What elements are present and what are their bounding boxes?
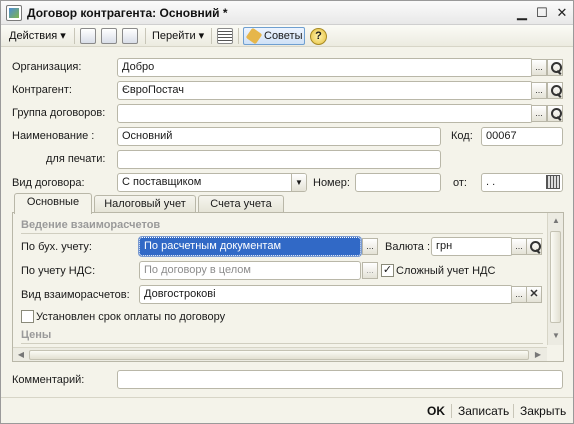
toolbar-divider: [74, 28, 75, 44]
organization-label: Организация:: [12, 61, 82, 73]
footer-bar: OK Записать Закрыть: [1, 397, 573, 423]
vat-field[interactable]: По договору в целом: [139, 261, 361, 280]
tab-panel-main: Ведение взаиморасчетов По бух. учету: По…: [12, 212, 564, 362]
contract-type-select[interactable]: С поставщиком ▼: [117, 173, 307, 192]
print-name-label: для печати:: [46, 153, 106, 165]
refresh-icon[interactable]: [101, 28, 117, 44]
footer-divider: [513, 404, 514, 418]
actions-menu[interactable]: Действия ▾: [9, 28, 66, 44]
scroll-right-icon[interactable]: ▶: [531, 348, 545, 362]
goto-menu-label: Перейти: [152, 30, 196, 42]
scroll-left-icon[interactable]: ◀: [14, 348, 28, 362]
section-divider: [21, 343, 543, 344]
window-title: Договор контрагента: Основний *: [27, 6, 228, 20]
currency-select-button[interactable]: ...: [511, 238, 527, 255]
print-name-field[interactable]: [117, 150, 441, 169]
currency-label: Валюта :: [385, 241, 431, 253]
counterparty-field[interactable]: ЄвроПостач: [117, 81, 533, 100]
scroll-down-icon[interactable]: ▼: [549, 329, 563, 343]
contract-window: Договор контрагента: Основний * ▁ ☐ ✕ Де…: [0, 0, 574, 424]
footer-divider: [451, 404, 452, 418]
organization-open-icon[interactable]: [547, 59, 563, 76]
section-prices-title: Цены: [21, 329, 52, 341]
toolbar-divider: [211, 28, 212, 44]
settlement-type-field[interactable]: Довгострокові: [139, 285, 513, 304]
name-field[interactable]: Основний: [117, 127, 441, 146]
chevron-down-icon[interactable]: ▼: [291, 174, 306, 191]
close-button[interactable]: Закрыть: [520, 404, 566, 418]
title-bar: Договор контрагента: Основний * ▁ ☐ ✕: [1, 1, 573, 25]
contract-type-value: С поставщиком: [122, 176, 202, 188]
vertical-scrollbar[interactable]: ▲ ▼: [547, 213, 563, 345]
code-field[interactable]: 00067: [481, 127, 563, 146]
contract-group-field[interactable]: [117, 104, 533, 123]
close-icon[interactable]: ✕: [553, 4, 571, 21]
tab-main[interactable]: Основные: [14, 193, 92, 214]
settlement-type-select-button[interactable]: ...: [511, 286, 527, 303]
section-divider: [21, 233, 543, 234]
toolbar-divider: [145, 28, 146, 44]
ok-button[interactable]: OK: [427, 404, 445, 418]
currency-field[interactable]: грн: [431, 237, 513, 256]
currency-open-icon[interactable]: [526, 238, 542, 255]
help-icon[interactable]: ?: [310, 28, 327, 45]
vertical-scroll-thumb[interactable]: [550, 231, 561, 323]
accounting-field[interactable]: По расчетным документам: [138, 236, 362, 257]
number-field[interactable]: [355, 173, 441, 192]
contract-type-label: Вид договора:: [12, 177, 85, 189]
date-value: . .: [486, 176, 496, 188]
comment-label: Комментарий:: [12, 374, 85, 386]
name-label: Наименование :: [12, 130, 95, 142]
toolbar-divider: [238, 28, 239, 44]
save-button[interactable]: Записать: [458, 404, 509, 418]
contract-group-label: Группа договоров:: [12, 107, 106, 119]
counterparty-select-button[interactable]: ...: [531, 82, 547, 99]
calendar-icon[interactable]: [546, 175, 560, 189]
minimize-icon[interactable]: ▁: [513, 4, 531, 21]
comment-field[interactable]: [117, 370, 563, 389]
tab-accounts[interactable]: Счета учета: [198, 195, 284, 213]
settlement-type-label: Вид взаиморасчетов:: [21, 289, 130, 301]
vat-label: По учету НДС:: [21, 265, 96, 277]
counterparty-open-icon[interactable]: [547, 82, 563, 99]
clear-icon[interactable]: ✕: [526, 286, 542, 303]
goto-menu[interactable]: Перейти ▾: [152, 28, 204, 44]
payment-term-checkbox[interactable]: [21, 310, 34, 323]
complex-vat-label: Сложный учет НДС: [396, 265, 496, 277]
vat-select-button[interactable]: ...: [362, 262, 378, 279]
scroll-up-icon[interactable]: ▲: [549, 214, 563, 228]
date-label: от:: [453, 177, 467, 189]
tab-strip: Основные Налоговый учет Счета учета: [12, 193, 564, 214]
contract-group-select-button[interactable]: ...: [531, 105, 547, 122]
counterparty-label: Контрагент:: [12, 84, 72, 96]
code-label: Код:: [451, 130, 473, 142]
actions-menu-label: Действия: [9, 30, 58, 42]
save-close-icon[interactable]: [80, 28, 96, 44]
horizontal-scrollbar[interactable]: ◀ ▶: [13, 347, 547, 361]
number-label: Номер:: [313, 177, 350, 189]
complex-vat-checkbox[interactable]: ✓: [381, 264, 394, 277]
horizontal-scroll-thumb[interactable]: [29, 350, 529, 360]
copy-icon[interactable]: [122, 28, 138, 44]
organization-field[interactable]: Добро: [117, 58, 533, 77]
toolbar: Действия ▾ Перейти ▾ Советы ?: [1, 25, 573, 47]
section-settlements-title: Ведение взаиморасчетов: [21, 219, 161, 231]
tab-tax-accounting[interactable]: Налоговый учет: [94, 195, 196, 213]
payment-term-label: Установлен срок оплаты по договору: [36, 311, 226, 323]
tips-label: Советы: [264, 30, 303, 42]
accounting-label: По бух. учету:: [21, 241, 92, 253]
organization-select-button[interactable]: ...: [531, 59, 547, 76]
accounting-select-button[interactable]: ...: [362, 238, 378, 255]
tips-icon: [245, 27, 263, 45]
app-icon: [6, 5, 22, 21]
structure-icon[interactable]: [217, 28, 233, 44]
tips-button[interactable]: Советы: [243, 27, 305, 45]
date-field[interactable]: . .: [481, 173, 563, 192]
contract-group-open-icon[interactable]: [547, 105, 563, 122]
maximize-icon[interactable]: ☐: [533, 4, 551, 21]
